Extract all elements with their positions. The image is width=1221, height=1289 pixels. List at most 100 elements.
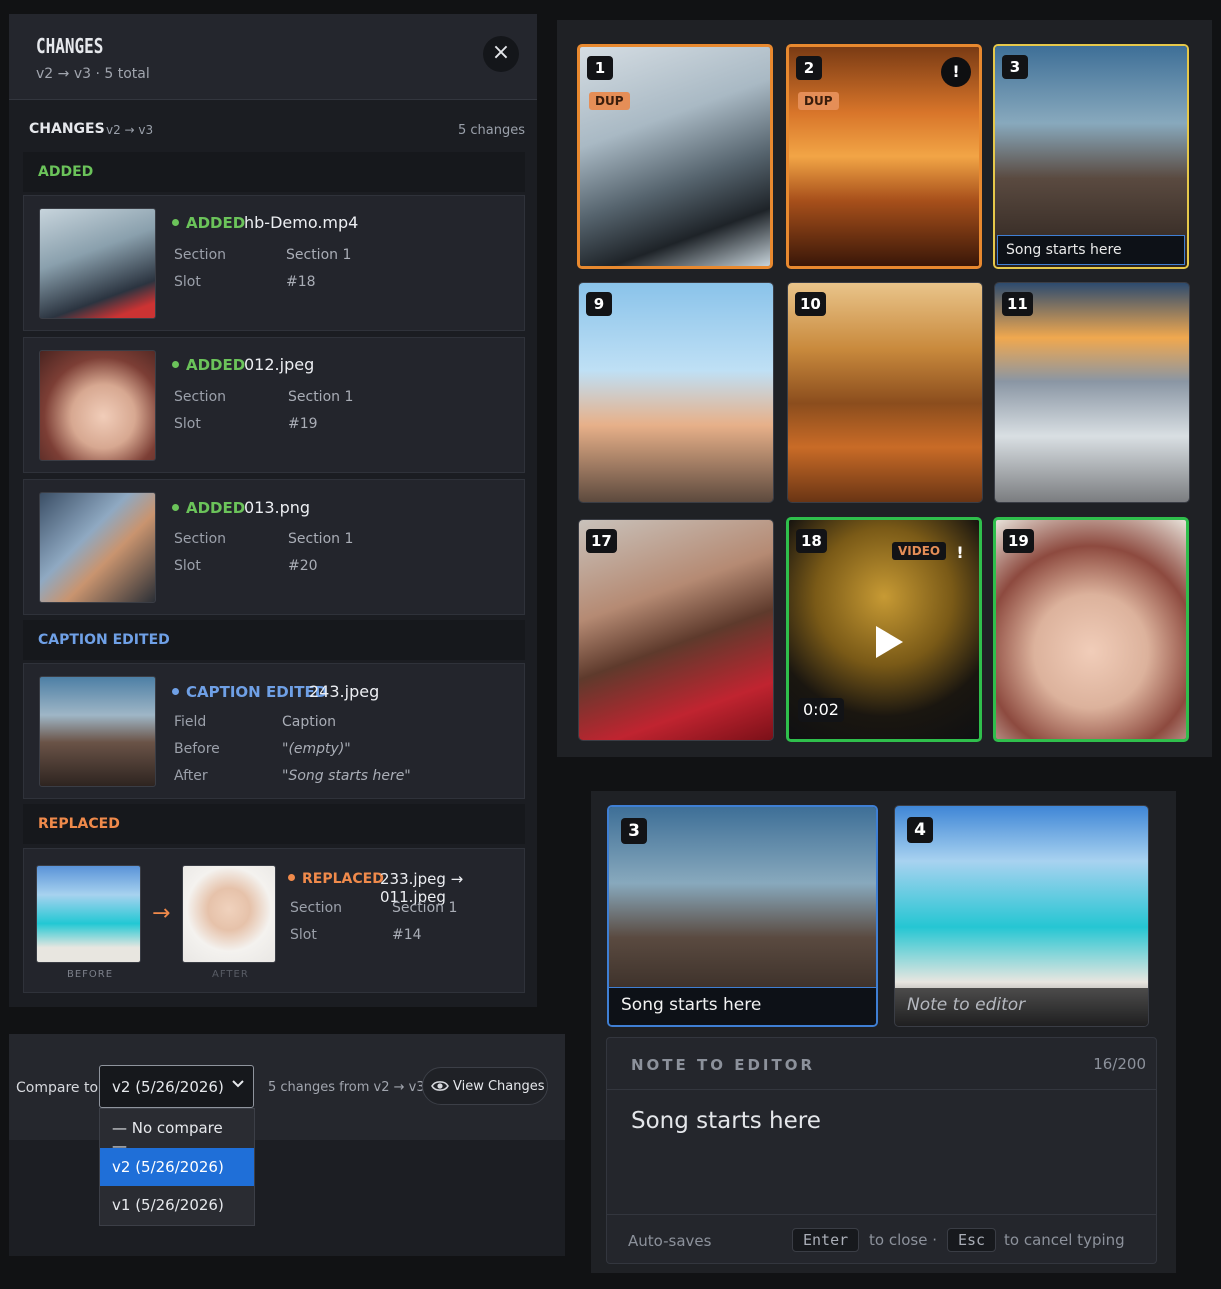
field-key: Section bbox=[174, 531, 227, 547]
change-filename: 012.jpeg bbox=[244, 355, 315, 374]
summary-count: 5 changes bbox=[457, 123, 525, 138]
changes-title: CHANGES bbox=[36, 34, 104, 58]
tile-number: 2 bbox=[796, 56, 822, 80]
changes-panel: CHANGES v2 → v3 · 5 total × CHANGES v2 →… bbox=[9, 14, 537, 1007]
card-number: 3 bbox=[621, 818, 647, 844]
field-value: Section 1 bbox=[392, 900, 458, 916]
changes-subtitle: v2 → v3 · 5 total bbox=[36, 66, 150, 82]
enter-key-hint: Enter bbox=[792, 1228, 860, 1252]
status-dot bbox=[172, 219, 179, 226]
card-caption-placeholder: Note to editor bbox=[895, 988, 1148, 1026]
replace-arrow-icon: → bbox=[152, 901, 171, 926]
change-tag-label: ADDED bbox=[186, 356, 246, 374]
after-label: AFTER bbox=[212, 969, 249, 980]
grid-tile[interactable]: 2 DUP ! bbox=[786, 44, 982, 269]
note-header: NOTE TO EDITOR 16/200 bbox=[607, 1038, 1156, 1090]
dropdown-option[interactable]: v1 (5/26/2026) bbox=[100, 1186, 254, 1224]
cancel-hint: to cancel typing bbox=[1004, 1231, 1125, 1249]
video-duration: 0:02 bbox=[798, 698, 844, 722]
change-item[interactable]: ADDED 012.jpeg Section Section 1 Slot #1… bbox=[23, 337, 525, 473]
grid-tile[interactable]: 10 bbox=[787, 282, 983, 503]
change-item[interactable]: BEFORE → AFTER REPLACED 233.jpeg → 011.j… bbox=[23, 848, 525, 993]
video-badge: VIDEO bbox=[892, 542, 947, 560]
changes-summary-bar: CHANGES v2 → v3 5 changes bbox=[9, 117, 537, 143]
change-thumbnail bbox=[39, 492, 156, 603]
after-thumbnail bbox=[182, 865, 276, 963]
tile-number: 1 bbox=[587, 56, 613, 80]
change-tag: ADDED bbox=[172, 499, 245, 517]
field-value: Section 1 bbox=[288, 531, 354, 547]
grid-tile[interactable]: 17 bbox=[578, 519, 774, 741]
char-counter: 16/200 bbox=[1093, 1055, 1146, 1073]
field-key: Before bbox=[174, 741, 220, 757]
grid-tile[interactable]: 11 bbox=[994, 282, 1190, 503]
field-value: Caption bbox=[282, 714, 337, 730]
field-key: Section bbox=[290, 900, 343, 916]
note-textarea[interactable]: Song starts here bbox=[631, 1108, 821, 1134]
change-tag-label: REPLACED bbox=[302, 871, 384, 887]
dropdown-option-selected[interactable]: v2 (5/26/2026) bbox=[100, 1148, 254, 1186]
field-value: "(empty)" bbox=[282, 741, 351, 757]
summary-title: CHANGES bbox=[29, 121, 105, 137]
grid-tile[interactable]: 9 bbox=[578, 282, 774, 503]
change-tag-label: ADDED bbox=[186, 499, 246, 517]
change-thumbnail bbox=[39, 208, 156, 319]
dropdown-option[interactable]: — No compare — bbox=[100, 1109, 254, 1155]
media-grid: 1 DUP 2 DUP ! 3 Song starts here 9 10 11… bbox=[557, 20, 1212, 757]
change-item[interactable]: CAPTION EDITED 243.jpeg Field Caption Be… bbox=[23, 663, 525, 799]
compare-info: 5 changes from v2 → v3 bbox=[268, 1080, 425, 1095]
field-key: Slot bbox=[174, 416, 201, 432]
note-title: NOTE TO EDITOR bbox=[631, 1056, 816, 1074]
card-number: 4 bbox=[907, 817, 933, 843]
grid-tile[interactable]: 1 DUP bbox=[577, 44, 773, 269]
status-dot bbox=[172, 361, 179, 368]
changes-header: CHANGES v2 → v3 · 5 total × bbox=[9, 14, 537, 100]
field-key: After bbox=[174, 768, 208, 784]
warning-icon: ! bbox=[941, 57, 971, 87]
tile-number: 11 bbox=[1002, 292, 1033, 316]
esc-key-hint: Esc bbox=[947, 1228, 997, 1252]
editor-card[interactable]: 3 Song starts here bbox=[607, 805, 878, 1027]
close-hint: to close · bbox=[869, 1231, 937, 1249]
change-thumbnail bbox=[39, 676, 156, 787]
field-value: #14 bbox=[392, 927, 422, 943]
field-key: Section bbox=[174, 389, 227, 405]
tile-caption: Song starts here bbox=[997, 235, 1185, 265]
change-tag-label: CAPTION EDITED bbox=[186, 683, 328, 701]
status-dot bbox=[172, 504, 179, 511]
change-tag: ADDED bbox=[172, 214, 245, 232]
group-header-caption: CAPTION EDITED bbox=[23, 620, 525, 660]
tile-number: 17 bbox=[586, 529, 617, 553]
tile-number: 19 bbox=[1003, 529, 1034, 553]
duplicate-badge: DUP bbox=[589, 92, 630, 110]
note-footer: Auto-saves Enter to close · Esc to cance… bbox=[607, 1214, 1156, 1264]
grid-tile[interactable]: 3 Song starts here bbox=[993, 44, 1189, 269]
autosave-label: Auto-saves bbox=[628, 1232, 712, 1250]
field-value: "Song starts here" bbox=[282, 768, 411, 784]
change-tag: ADDED bbox=[172, 356, 245, 374]
field-value: Section 1 bbox=[286, 247, 352, 263]
close-button[interactable]: × bbox=[483, 36, 519, 72]
field-key: Slot bbox=[174, 274, 201, 290]
change-filename: hb-Demo.mp4 bbox=[244, 213, 359, 232]
field-value: Section 1 bbox=[288, 389, 354, 405]
field-value: #19 bbox=[288, 416, 318, 432]
field-key: Field bbox=[174, 714, 207, 730]
tile-number: 10 bbox=[795, 292, 826, 316]
change-item[interactable]: ADDED hb-Demo.mp4 Section Section 1 Slot… bbox=[23, 195, 525, 331]
grid-tile[interactable]: 19 bbox=[993, 517, 1189, 742]
view-changes-button[interactable]: View Changes bbox=[422, 1067, 548, 1105]
change-tag: REPLACED bbox=[288, 871, 384, 887]
view-changes-label: View Changes bbox=[453, 1079, 545, 1094]
editor-card[interactable]: 4 Note to editor bbox=[894, 805, 1149, 1027]
change-item[interactable]: ADDED 013.png Section Section 1 Slot #20 bbox=[23, 479, 525, 615]
eye-icon bbox=[431, 1081, 449, 1091]
field-key: Slot bbox=[290, 927, 317, 943]
status-dot bbox=[172, 688, 179, 695]
field-key: Slot bbox=[174, 558, 201, 574]
compare-select[interactable]: v2 (5/26/2026) bbox=[99, 1065, 254, 1108]
field-value: #20 bbox=[288, 558, 318, 574]
grid-tile[interactable]: 18 VIDEO ! 0:02 bbox=[786, 517, 982, 742]
tile-image bbox=[579, 520, 773, 740]
close-icon: × bbox=[491, 40, 511, 65]
